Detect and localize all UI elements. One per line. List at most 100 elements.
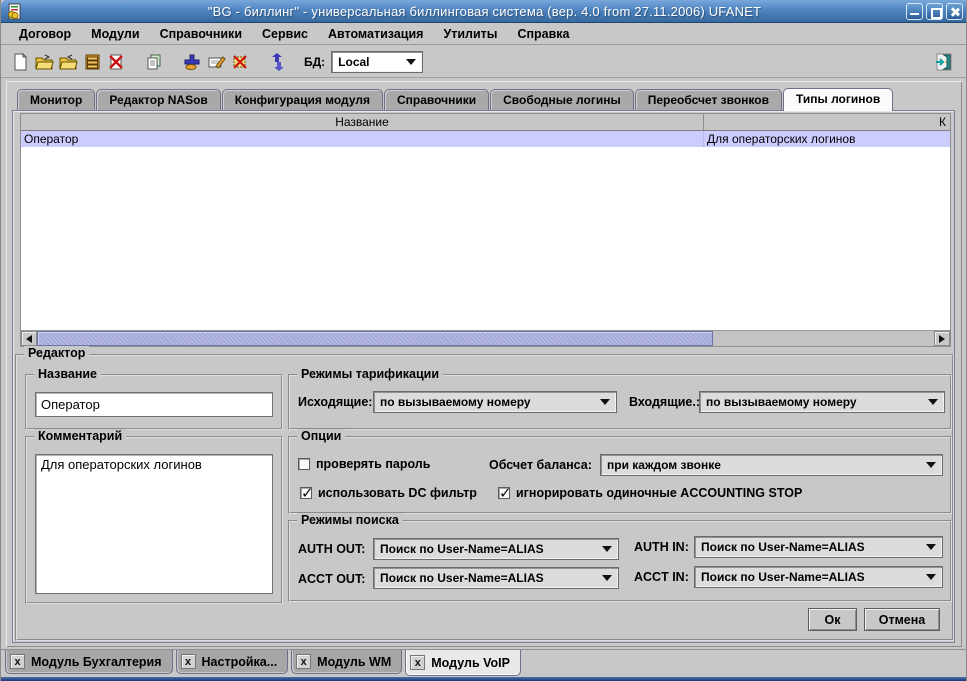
auth-out-select[interactable]: Поиск по User-Name=ALIAS (373, 538, 619, 560)
menu-servis[interactable]: Сервис (252, 25, 318, 43)
scroll-left-button[interactable] (21, 331, 37, 346)
incoming-select[interactable]: по вызываемому номеру (699, 391, 945, 413)
db-select[interactable]: Local (331, 51, 423, 73)
chevron-down-icon (602, 575, 612, 581)
delete-document-icon[interactable] (104, 50, 128, 74)
refresh-icon[interactable] (266, 50, 290, 74)
title-bar: "BG - биллинг" - универсальная биллингов… (1, 0, 967, 23)
toolbar: БД: Local (1, 46, 967, 78)
tab-directories[interactable]: Справочники (384, 89, 489, 111)
chevron-down-icon (928, 399, 938, 405)
chevron-down-icon (926, 574, 936, 580)
tab-free-logins[interactable]: Свободные логины (490, 89, 634, 111)
add-record-icon[interactable] (180, 50, 204, 74)
menu-dogovor[interactable]: Договор (9, 25, 81, 43)
checkbox-icon[interactable] (298, 458, 310, 470)
close-tab-icon[interactable]: x (296, 654, 311, 669)
new-document-icon[interactable] (8, 50, 32, 74)
module-tab-bar: x Модуль Бухгалтерия x Настройка... x Мо… (1, 649, 967, 677)
menu-spravochniki[interactable]: Справочники (150, 25, 252, 43)
close-tab-icon[interactable]: x (10, 654, 25, 669)
tab-monitor[interactable]: Монитор (17, 89, 95, 111)
chevron-down-icon (926, 544, 936, 550)
scrollbar-track[interactable] (713, 331, 934, 346)
comment-group: Комментарий Для операторских логинов (25, 436, 283, 604)
ok-button[interactable]: Ок (808, 608, 857, 631)
chevron-down-icon (926, 462, 936, 468)
minimize-button[interactable] (906, 3, 923, 20)
checkbox-icon[interactable] (300, 487, 312, 499)
horizontal-scrollbar[interactable] (21, 330, 950, 346)
login-types-table: Название К Оператор Для операторских лог… (20, 113, 951, 347)
column-header-comment[interactable]: К (704, 114, 950, 130)
login-types-content: Название К Оператор Для операторских лог… (12, 110, 955, 643)
module-voip-panel: Монитор Редактор NASов Конфигурация моду… (6, 81, 962, 647)
open-folder-icon[interactable] (32, 50, 56, 74)
open-folder-alt-icon[interactable] (56, 50, 80, 74)
outgoing-label: Исходящие: (298, 395, 372, 409)
menu-avtomatizaciya[interactable]: Автоматизация (318, 25, 433, 43)
application-window: "BG - биллинг" - универсальная биллингов… (0, 0, 967, 681)
tab-module-config[interactable]: Конфигурация модуля (222, 89, 383, 111)
chevron-down-icon (602, 546, 612, 552)
cancel-button[interactable]: Отмена (864, 608, 940, 631)
acct-out-select[interactable]: Поиск по User-Name=ALIAS (373, 567, 619, 589)
options-group: Опции проверять пароль Обсчет баланса: п… (288, 436, 952, 514)
menu-spravka[interactable]: Справка (507, 25, 579, 43)
editor-group-title: Редактор (24, 346, 89, 360)
search-modes-group: Режимы поиска AUTH OUT: Поиск по User-Na… (288, 520, 952, 602)
edit-record-icon[interactable] (204, 50, 228, 74)
check-password-option[interactable]: проверять пароль (298, 457, 430, 471)
close-tab-icon[interactable]: x (181, 654, 196, 669)
chevron-down-icon (600, 399, 610, 405)
checkbox-icon[interactable] (498, 487, 510, 499)
dc-filter-option[interactable]: использовать DC фильтр (300, 486, 477, 500)
triangle-left-icon (26, 335, 32, 343)
scrollbar-thumb[interactable] (37, 331, 713, 346)
delete-record-icon[interactable] (228, 50, 252, 74)
tab-recalc-calls[interactable]: Переобсчет звонков (635, 89, 782, 111)
close-tab-icon[interactable]: x (410, 655, 425, 670)
close-button[interactable] (946, 3, 963, 20)
module-tab-accounting[interactable]: x Модуль Бухгалтерия (5, 650, 173, 674)
menu-moduli[interactable]: Модули (81, 25, 149, 43)
name-group: Название (25, 374, 283, 430)
archive-drawers-icon[interactable] (80, 50, 104, 74)
balance-select[interactable]: при каждом звонке (600, 454, 943, 476)
module-tabs: Монитор Редактор NASов Конфигурация моду… (17, 88, 894, 111)
tab-login-types[interactable]: Типы логинов (783, 88, 893, 111)
window-title: "BG - биллинг" - универсальная биллингов… (1, 4, 967, 19)
comment-textarea[interactable]: Для операторских логинов (35, 454, 273, 594)
table-row[interactable]: Оператор Для операторских логинов (21, 131, 950, 147)
outgoing-select[interactable]: по вызываемому номеру (373, 391, 617, 413)
tab-nas-editor[interactable]: Редактор NASов (96, 89, 220, 111)
column-header-name[interactable]: Название (21, 114, 704, 130)
acct-in-select[interactable]: Поиск по User-Name=ALIAS (694, 566, 943, 588)
module-tab-voip[interactable]: x Модуль VoIP (405, 650, 521, 676)
maximize-button[interactable] (926, 3, 943, 20)
ignore-accounting-stop-option[interactable]: игнорировать одиночные ACCOUNTING STOP (498, 486, 802, 500)
app-billing-icon (6, 3, 23, 20)
auth-in-select[interactable]: Поиск по User-Name=ALIAS (694, 536, 943, 558)
copy-icon[interactable] (142, 50, 166, 74)
menu-utility[interactable]: Утилиты (433, 25, 507, 43)
table-empty-area (21, 147, 950, 330)
chevron-down-icon (406, 59, 416, 65)
table-header: Название К (21, 114, 950, 131)
auth-in-label: AUTH IN: (634, 540, 689, 554)
name-input[interactable] (35, 392, 273, 417)
balance-label: Обсчет баланса: (489, 458, 592, 472)
triangle-right-icon (939, 335, 945, 343)
exit-door-icon[interactable] (932, 50, 956, 74)
auth-out-label: AUTH OUT: (298, 542, 365, 556)
tariff-modes-group: Режимы тарификации Исходящие: по вызывае… (288, 374, 952, 430)
module-tab-wm[interactable]: x Модуль WM (291, 650, 402, 674)
acct-in-label: ACCT IN: (634, 570, 689, 584)
scroll-right-button[interactable] (934, 331, 950, 346)
db-label: БД: (304, 55, 325, 69)
editor-group: Редактор Название Комментарий Для операт… (15, 354, 954, 641)
window-frame-bottom (1, 677, 967, 681)
module-tab-settings[interactable]: x Настройка... (176, 650, 289, 674)
incoming-label: Входящие.: (629, 395, 700, 409)
menu-bar: Договор Модули Справочники Сервис Автома… (1, 24, 967, 45)
